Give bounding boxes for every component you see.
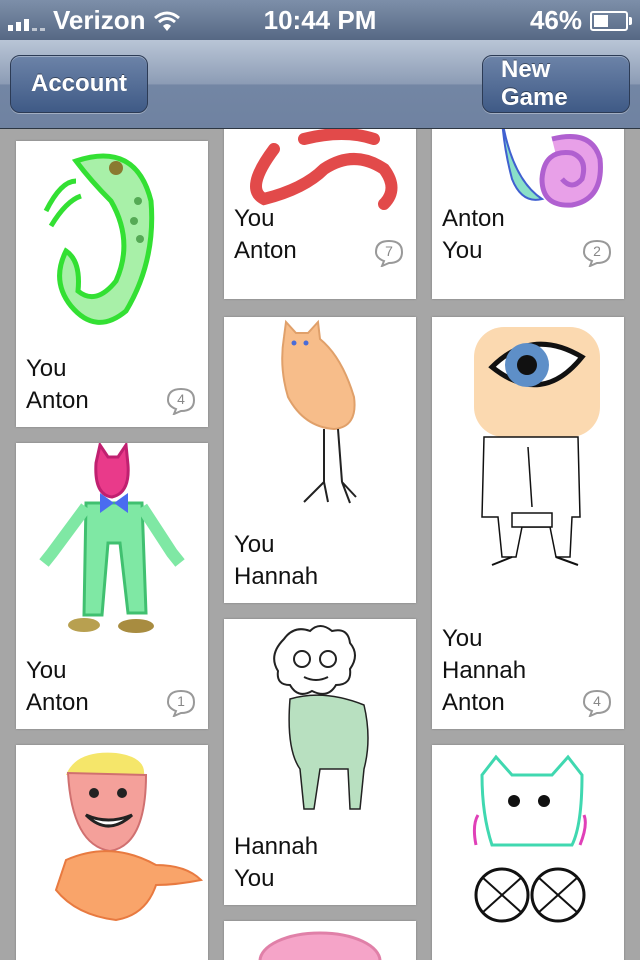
player-name: You — [442, 237, 483, 264]
player-name: Hannah — [234, 563, 319, 590]
comment-count: 7 — [385, 243, 393, 259]
players-list: You Hannah Anton — [442, 623, 526, 719]
player-name: You — [442, 625, 483, 652]
battery-percent: 46% — [529, 5, 582, 35]
player-name: You — [26, 657, 67, 684]
battery-icon — [590, 11, 632, 31]
players-list: Hannah You — [234, 831, 318, 895]
comment-badge[interactable]: 2 — [582, 239, 612, 267]
navigation-bar: Account New Game — [0, 40, 640, 129]
player-name: Anton — [442, 689, 505, 716]
drawing-cat-person — [39, 443, 185, 633]
drawing-creature-wheels — [472, 754, 587, 923]
drawing-flower-horse — [273, 625, 369, 810]
game-card[interactable]: You Anton 7 — [224, 129, 416, 299]
game-card[interactable]: Hannah You — [224, 619, 416, 905]
player-name: You — [234, 865, 275, 892]
comment-badge[interactable]: 4 — [582, 689, 612, 717]
players-list: You Anton — [26, 655, 89, 719]
player-name: You — [234, 531, 275, 558]
player-name: Hannah — [442, 657, 527, 684]
game-card[interactable]: You Hannah Anton 4 — [432, 317, 624, 729]
comment-count: 1 — [177, 693, 185, 709]
player-name: You — [234, 205, 275, 232]
game-card[interactable] — [16, 745, 208, 960]
player-name: Anton — [26, 387, 89, 414]
player-name: Anton — [234, 237, 297, 264]
drawing-donut — [258, 931, 382, 960]
comment-count: 2 — [593, 243, 601, 259]
players-list: You Hannah — [234, 529, 318, 593]
players-list: You Anton — [234, 203, 297, 267]
account-button[interactable]: Account — [10, 55, 148, 113]
new-game-button[interactable]: New Game — [482, 55, 630, 113]
games-grid[interactable]: You Anton 4 You Anton 1 You Anton 7 You … — [0, 129, 640, 960]
game-card[interactable] — [224, 921, 416, 960]
game-card[interactable]: Anton You 2 — [432, 129, 624, 299]
game-card[interactable]: You Hannah — [224, 317, 416, 603]
players-list: Anton You — [442, 203, 505, 267]
comment-badge[interactable]: 1 — [166, 689, 196, 717]
game-card[interactable]: You Anton 4 — [16, 141, 208, 427]
drawing-eye-man — [474, 327, 600, 566]
comment-badge[interactable]: 7 — [374, 239, 404, 267]
player-name: Anton — [442, 205, 505, 232]
player-name: You — [26, 355, 67, 382]
comment-count: 4 — [177, 391, 185, 407]
players-list: You Anton — [26, 353, 89, 417]
drawing-fish — [43, 153, 155, 325]
game-card[interactable]: You Anton 1 — [16, 443, 208, 729]
player-name: Hannah — [234, 833, 319, 860]
comment-badge[interactable]: 4 — [166, 387, 196, 415]
drawing-cat-bird — [281, 319, 357, 504]
game-card[interactable] — [432, 745, 624, 960]
comment-count: 4 — [593, 693, 601, 709]
status-bar: Verizon 10:44 PM 46% — [0, 0, 640, 40]
drawing-face-creature — [54, 752, 204, 922]
player-name: Anton — [26, 689, 89, 716]
